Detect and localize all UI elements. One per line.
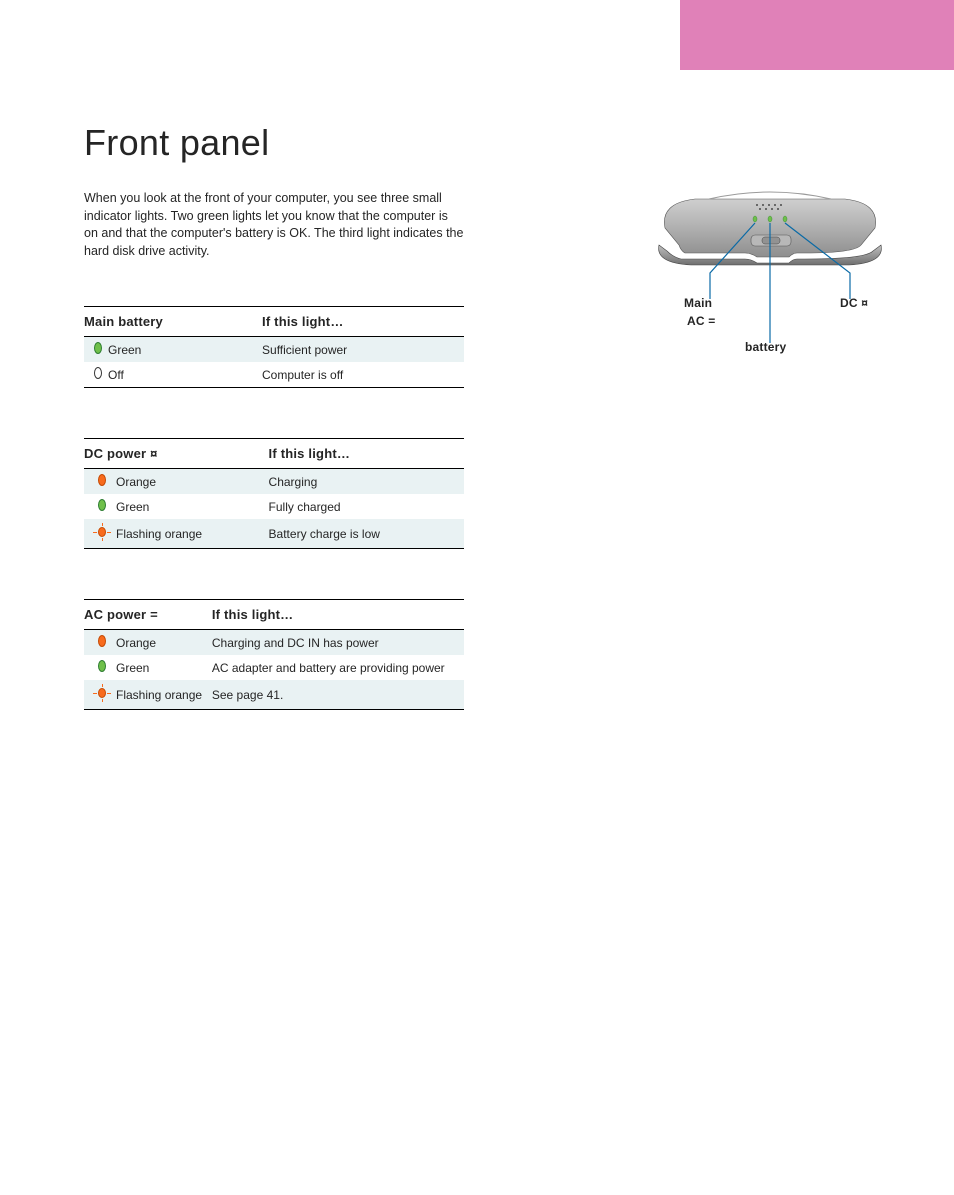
tables-container: Main batteryIf this light…GreenSufficien… bbox=[84, 306, 464, 710]
page-content: Front panel When you look at the front o… bbox=[84, 122, 464, 760]
row-label: Off bbox=[108, 362, 262, 388]
led-table: DC power ¤If this light…OrangeChargingGr… bbox=[84, 438, 464, 549]
row-means: Sufficient power bbox=[262, 337, 464, 363]
row-means: Fully charged bbox=[269, 494, 464, 519]
row-icon-cell bbox=[84, 469, 116, 495]
table-header-if: Main battery bbox=[84, 307, 262, 337]
table-header-means: If this light… bbox=[262, 307, 464, 337]
led-orange-icon bbox=[98, 474, 106, 486]
table-row: GreenAC adapter and battery are providin… bbox=[84, 655, 464, 680]
row-icon-cell bbox=[84, 680, 116, 710]
row-icon-cell bbox=[84, 630, 116, 656]
device-label-ac: AC = bbox=[687, 314, 715, 328]
page-title: Front panel bbox=[84, 122, 464, 164]
row-means: Charging and DC IN has power bbox=[212, 630, 464, 656]
row-label: Flashing orange bbox=[116, 680, 212, 710]
row-label: Green bbox=[116, 655, 212, 680]
device-label-main: Main bbox=[684, 296, 712, 310]
led-orange-icon bbox=[98, 635, 106, 647]
row-means: AC adapter and battery are providing pow… bbox=[212, 655, 464, 680]
row-icon-cell bbox=[84, 519, 116, 549]
led-table: AC power =If this light…OrangeCharging a… bbox=[84, 599, 464, 710]
led-table: Main batteryIf this light…GreenSufficien… bbox=[84, 306, 464, 388]
led-green-icon bbox=[94, 342, 102, 354]
row-icon-cell bbox=[84, 362, 108, 388]
row-label: Green bbox=[116, 494, 269, 519]
row-label: Orange bbox=[116, 469, 269, 495]
page-tab-marker bbox=[680, 0, 954, 70]
row-label: Flashing orange bbox=[116, 519, 269, 549]
table-row: OffComputer is off bbox=[84, 362, 464, 388]
row-icon-cell bbox=[84, 337, 108, 363]
led-flashing-orange-icon bbox=[94, 685, 110, 701]
led-green-icon bbox=[98, 499, 106, 511]
table-row: Flashing orangeBattery charge is low bbox=[84, 519, 464, 549]
row-icon-cell bbox=[84, 494, 116, 519]
table-header-means: If this light… bbox=[212, 600, 464, 630]
led-flashing-orange-icon bbox=[94, 524, 110, 540]
led-off-icon bbox=[94, 367, 102, 379]
table-row: Flashing orangeSee page 41. bbox=[84, 680, 464, 710]
table-row: OrangeCharging and DC IN has power bbox=[84, 630, 464, 656]
device-label-dc: DC ¤ bbox=[840, 296, 868, 310]
device-label-battery: battery bbox=[745, 340, 786, 354]
row-label: Green bbox=[108, 337, 262, 363]
row-means: Battery charge is low bbox=[269, 519, 464, 549]
led-green-icon bbox=[98, 660, 106, 672]
row-icon-cell bbox=[84, 655, 116, 680]
table-row: OrangeCharging bbox=[84, 469, 464, 495]
table-header-if: AC power = bbox=[84, 600, 212, 630]
row-means: Computer is off bbox=[262, 362, 464, 388]
row-means: See page 41. bbox=[212, 680, 464, 710]
intro-paragraph: When you look at the front of your compu… bbox=[84, 190, 464, 260]
row-label: Orange bbox=[116, 630, 212, 656]
table-header-means: If this light… bbox=[269, 439, 464, 469]
table-row: GreenSufficient power bbox=[84, 337, 464, 363]
table-header-if: DC power ¤ bbox=[84, 439, 269, 469]
table-row: GreenFully charged bbox=[84, 494, 464, 519]
row-means: Charging bbox=[269, 469, 464, 495]
